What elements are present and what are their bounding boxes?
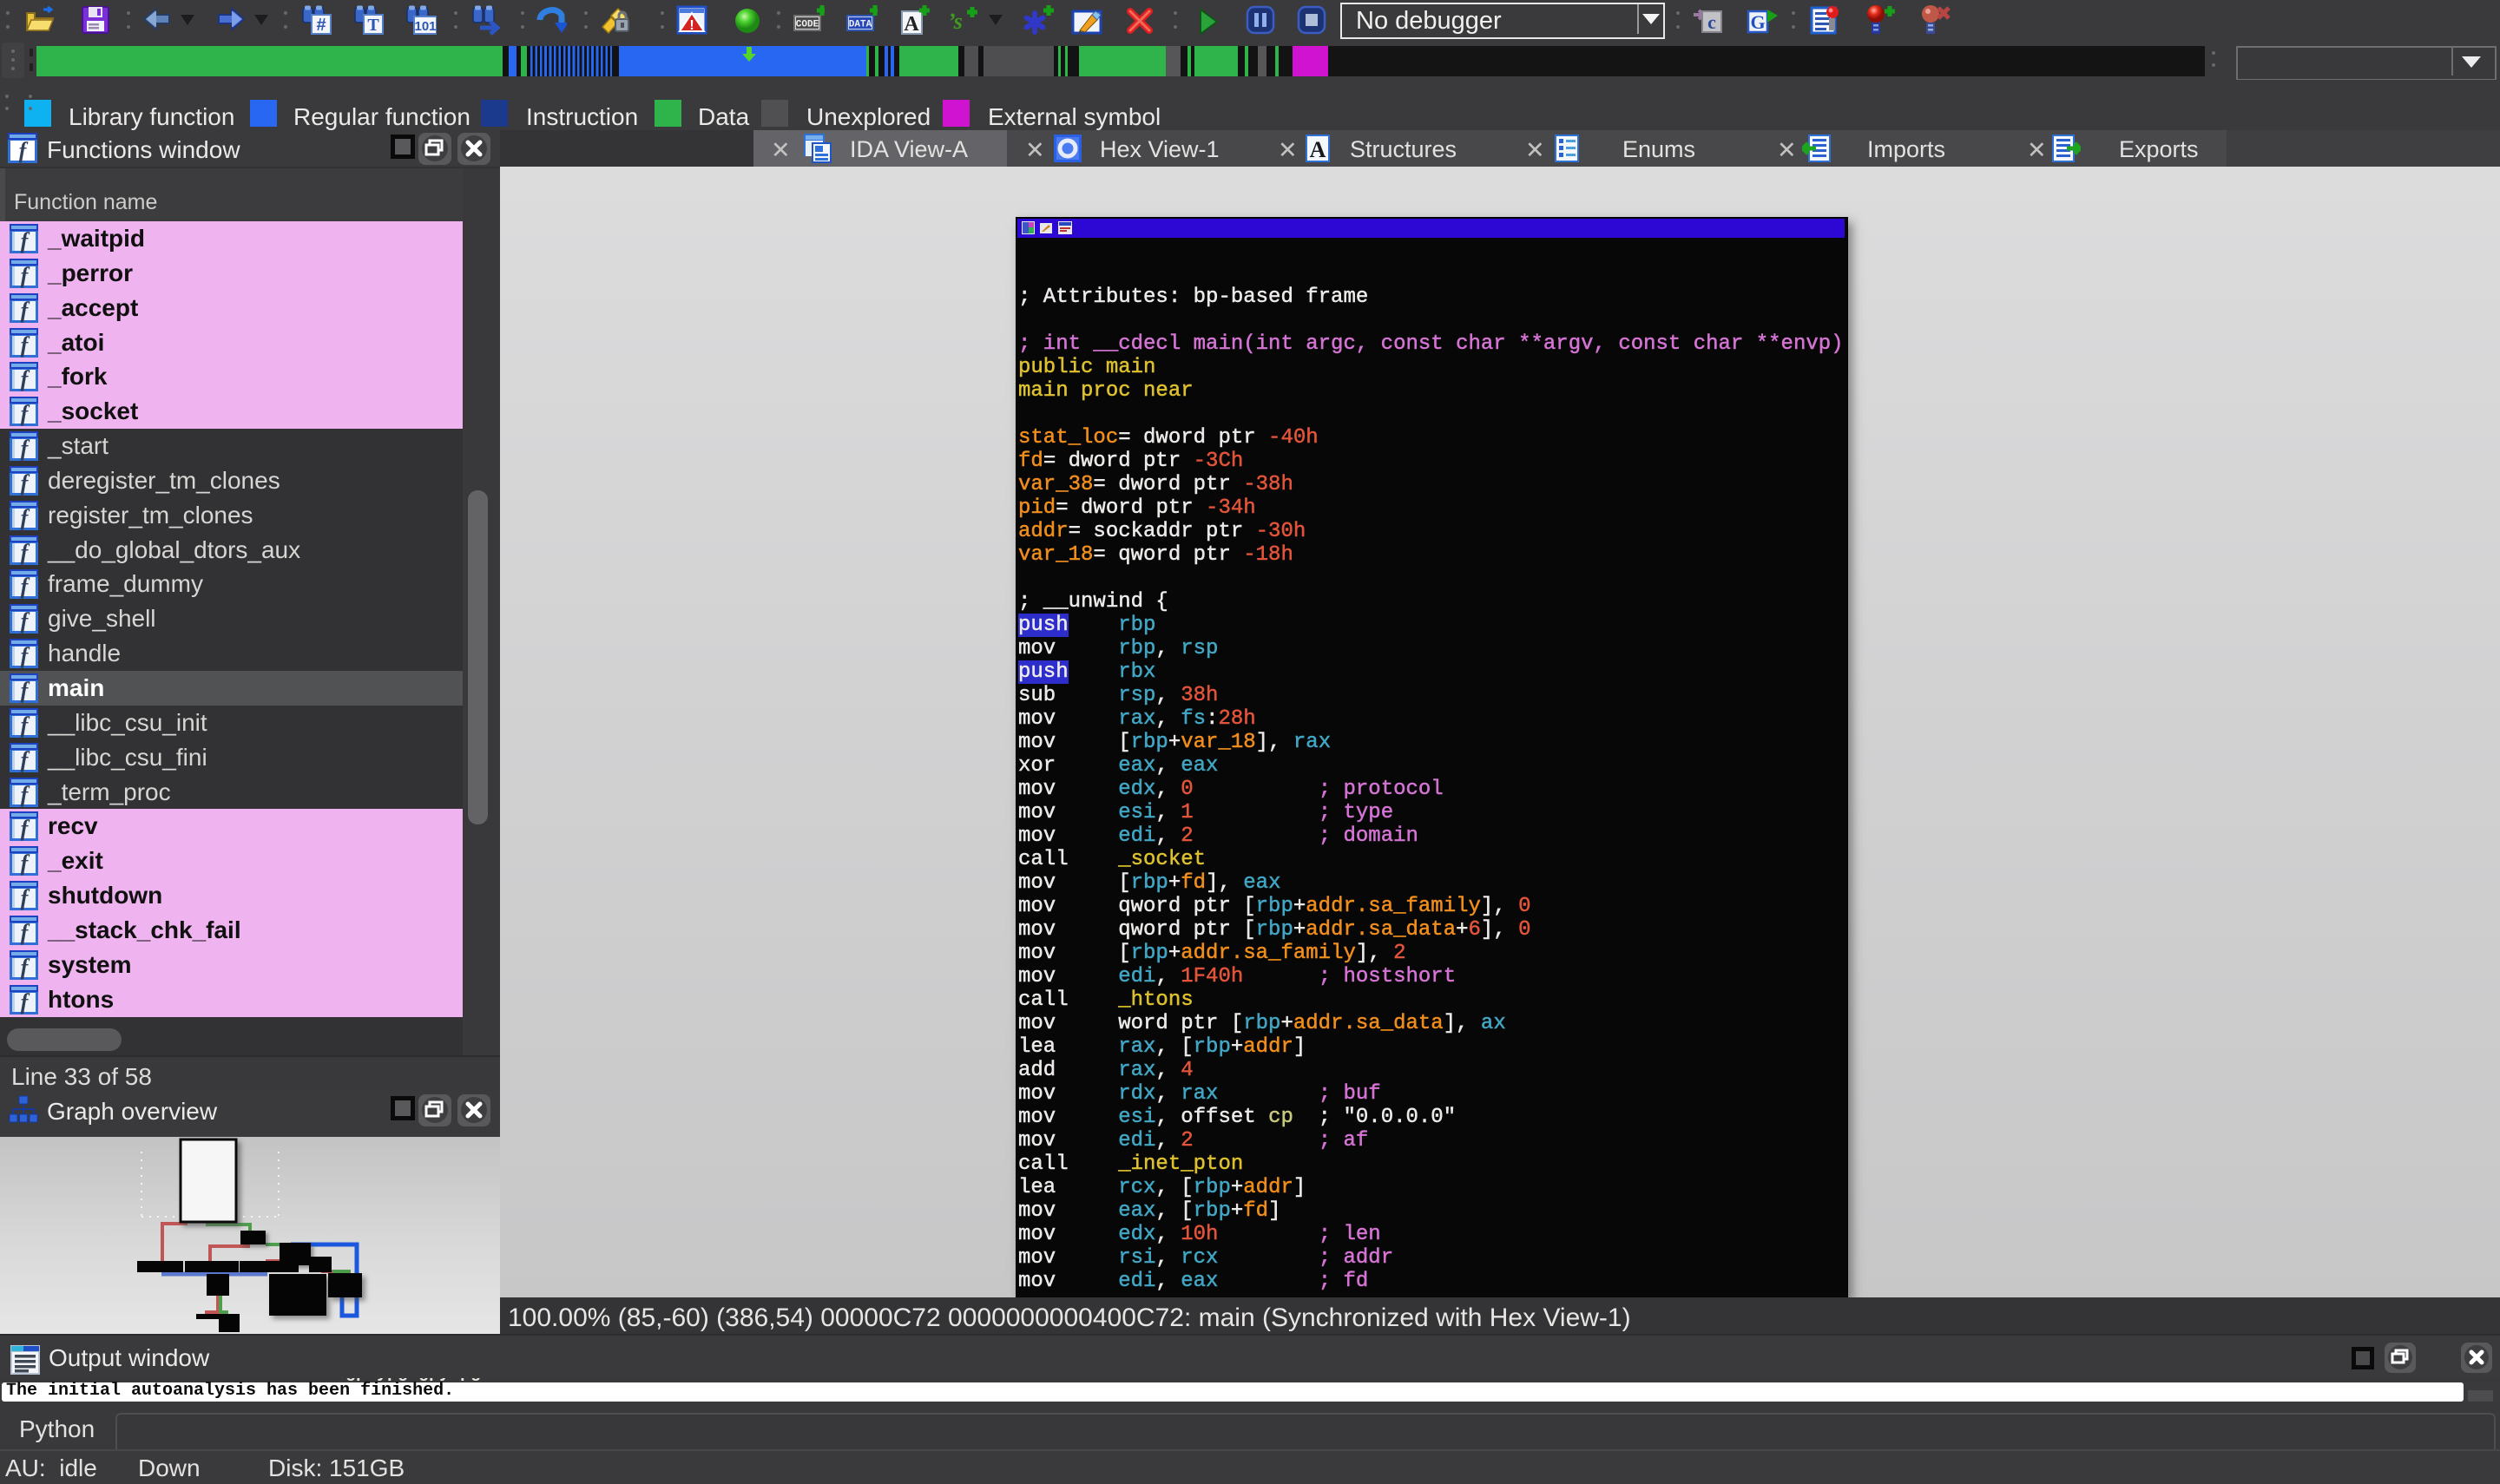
svg-text:A: A	[1310, 137, 1326, 162]
svg-text:!: !	[689, 18, 694, 33]
svg-text:G: G	[1750, 11, 1765, 33]
svg-text:101: 101	[414, 19, 436, 34]
svg-text:#: #	[316, 16, 326, 35]
svg-text:c: c	[1707, 11, 1716, 33]
svg-text:T: T	[367, 16, 379, 35]
svg-text:’s: ’s	[948, 9, 963, 34]
svg-text:CODE: CODE	[796, 20, 819, 30]
svg-text:DATA: DATA	[849, 20, 872, 30]
svg-text:A: A	[904, 13, 919, 36]
